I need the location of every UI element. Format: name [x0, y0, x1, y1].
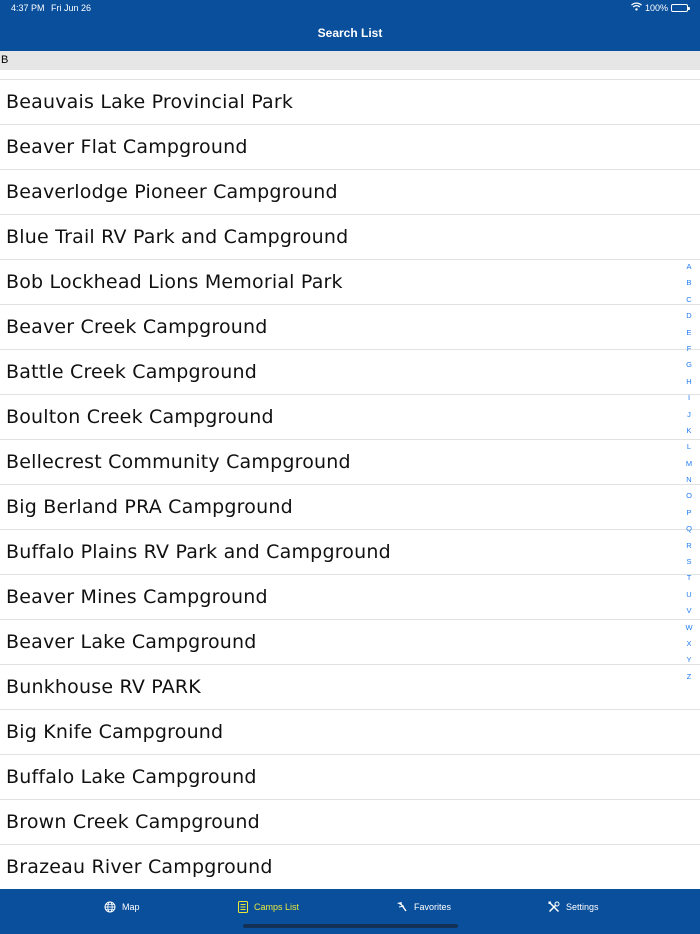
status-indicators: 100% — [631, 2, 690, 13]
index-letter[interactable]: W — [685, 623, 692, 639]
tab-label: Settings — [566, 902, 599, 912]
index-letter[interactable]: L — [687, 442, 691, 458]
list-item[interactable]: Bob Lockhead Lions Memorial Park — [0, 259, 700, 304]
list-item-label: Beauvais Lake Provincial Park — [6, 91, 294, 113]
list-item[interactable]: Beaver Lake Campground — [0, 619, 700, 664]
list-item-label: Battle Creek Campground — [6, 361, 257, 383]
battery-percent: 100% — [644, 2, 668, 13]
list-item[interactable]: Blue Trail RV Park and Campground — [0, 214, 700, 259]
list-icon — [238, 901, 248, 913]
index-letter[interactable]: E — [686, 328, 691, 344]
home-indicator[interactable] — [243, 924, 458, 928]
list-item-label: Bob Lockhead Lions Memorial Park — [6, 271, 343, 293]
tab-label: Map — [122, 902, 140, 912]
list-item[interactable]: Bellecrest Community Campground — [0, 439, 700, 484]
battery-icon — [671, 3, 690, 12]
list-item-label: Beaver Lake Campground — [6, 631, 257, 653]
index-letter[interactable]: I — [688, 393, 690, 409]
index-letter[interactable]: Q — [686, 524, 692, 540]
index-letter[interactable]: X — [686, 639, 691, 655]
settings-tools-icon — [548, 901, 560, 913]
list-item[interactable]: Battle Creek Campground — [0, 349, 700, 394]
index-letter[interactable]: B — [686, 278, 691, 294]
list-item[interactable]: Beaver Creek Campground — [0, 304, 700, 349]
tab-map[interactable]: Map — [104, 901, 140, 913]
list-item[interactable]: Bunkhouse RV PARK — [0, 664, 700, 709]
favorites-icon — [396, 901, 408, 913]
list-item[interactable]: Brown Creek Campground — [0, 799, 700, 844]
list-item[interactable]: Big Berland PRA Campground — [0, 484, 700, 529]
list-item-label: Big Berland PRA Campground — [6, 496, 293, 518]
list-item[interactable]: Beauvais Lake Provincial Park — [0, 79, 700, 124]
index-letter[interactable]: M — [686, 459, 692, 475]
list-item-label: Beaver Creek Campground — [6, 316, 268, 338]
top-bar: 4:37 PM Fri Jun 26 100% Search List — [0, 0, 700, 51]
index-letter[interactable]: H — [686, 377, 691, 393]
index-letter[interactable]: G — [686, 360, 692, 376]
index-letter[interactable]: V — [686, 606, 691, 622]
list-item-label: Bunkhouse RV PARK — [6, 676, 201, 698]
list-item[interactable]: Big Knife Campground — [0, 709, 700, 754]
list-item[interactable]: Beaver Mines Campground — [0, 574, 700, 619]
tab-favorites[interactable]: Favorites — [396, 901, 451, 913]
status-time: 4:37 PM — [11, 3, 45, 13]
index-letter[interactable]: N — [686, 475, 691, 491]
index-letter[interactable]: U — [686, 590, 691, 606]
list-item-label: Brazeau River Campground — [6, 856, 273, 878]
tab-settings[interactable]: Settings — [548, 901, 599, 913]
index-letter[interactable]: J — [687, 410, 691, 426]
index-letter[interactable]: K — [686, 426, 691, 442]
index-letter[interactable]: O — [686, 491, 692, 507]
index-letter[interactable]: A — [686, 262, 691, 278]
list-item[interactable]: Buffalo Plains RV Park and Campground — [0, 529, 700, 574]
index-letter[interactable]: P — [686, 508, 691, 524]
index-letter[interactable]: C — [686, 295, 691, 311]
list-item[interactable]: Beaverlodge Pioneer Campground — [0, 169, 700, 214]
tab-label: Camps List — [254, 902, 300, 912]
index-letter[interactable]: F — [687, 344, 692, 360]
list-item-label: Boulton Creek Campground — [6, 406, 274, 428]
tab-camps-list[interactable]: Camps List — [238, 901, 299, 913]
index-letter[interactable]: S — [686, 557, 691, 573]
list-item-label: Beaver Mines Campground — [6, 586, 268, 608]
section-header: B — [0, 51, 700, 70]
index-letter[interactable]: Y — [686, 655, 691, 671]
tab-label: Favorites — [414, 902, 452, 912]
status-date: Fri Jun 26 — [51, 3, 92, 13]
list-item-label: Big Knife Campground — [6, 721, 224, 743]
list-item[interactable]: Boulton Creek Campground — [0, 394, 700, 439]
wifi-icon — [631, 2, 642, 13]
list-item[interactable]: Brazeau River Campground — [0, 844, 700, 889]
list-item-label: Bellecrest Community Campground — [6, 451, 351, 473]
globe-icon — [104, 901, 116, 913]
list-item-label: Buffalo Plains RV Park and Campground — [6, 541, 391, 563]
list-item-label: Buffalo Lake Campground — [6, 766, 257, 788]
section-index-bar[interactable]: A B C D E F G H I J K L M N O P Q R S T … — [683, 262, 695, 688]
list-item-label: Brown Creek Campground — [6, 811, 260, 833]
index-letter[interactable]: T — [687, 573, 692, 589]
index-letter[interactable]: D — [686, 311, 691, 327]
page-title: Search List — [317, 26, 383, 40]
list-item[interactable]: Buffalo Lake Campground — [0, 754, 700, 799]
list-item-label: Beaverlodge Pioneer Campground — [6, 181, 338, 203]
index-letter[interactable]: R — [686, 541, 691, 557]
list-item-label: Beaver Flat Campground — [6, 136, 248, 158]
list-item[interactable]: Beaver Flat Campground — [0, 124, 700, 169]
tab-bar: Map Camps List Favorites Settings — [0, 889, 700, 934]
list-item-label: Blue Trail RV Park and Campground — [6, 226, 349, 248]
index-letter[interactable]: Z — [687, 672, 692, 688]
camp-list: Beauvais Lake Provincial Park Beaver Fla… — [0, 79, 700, 889]
